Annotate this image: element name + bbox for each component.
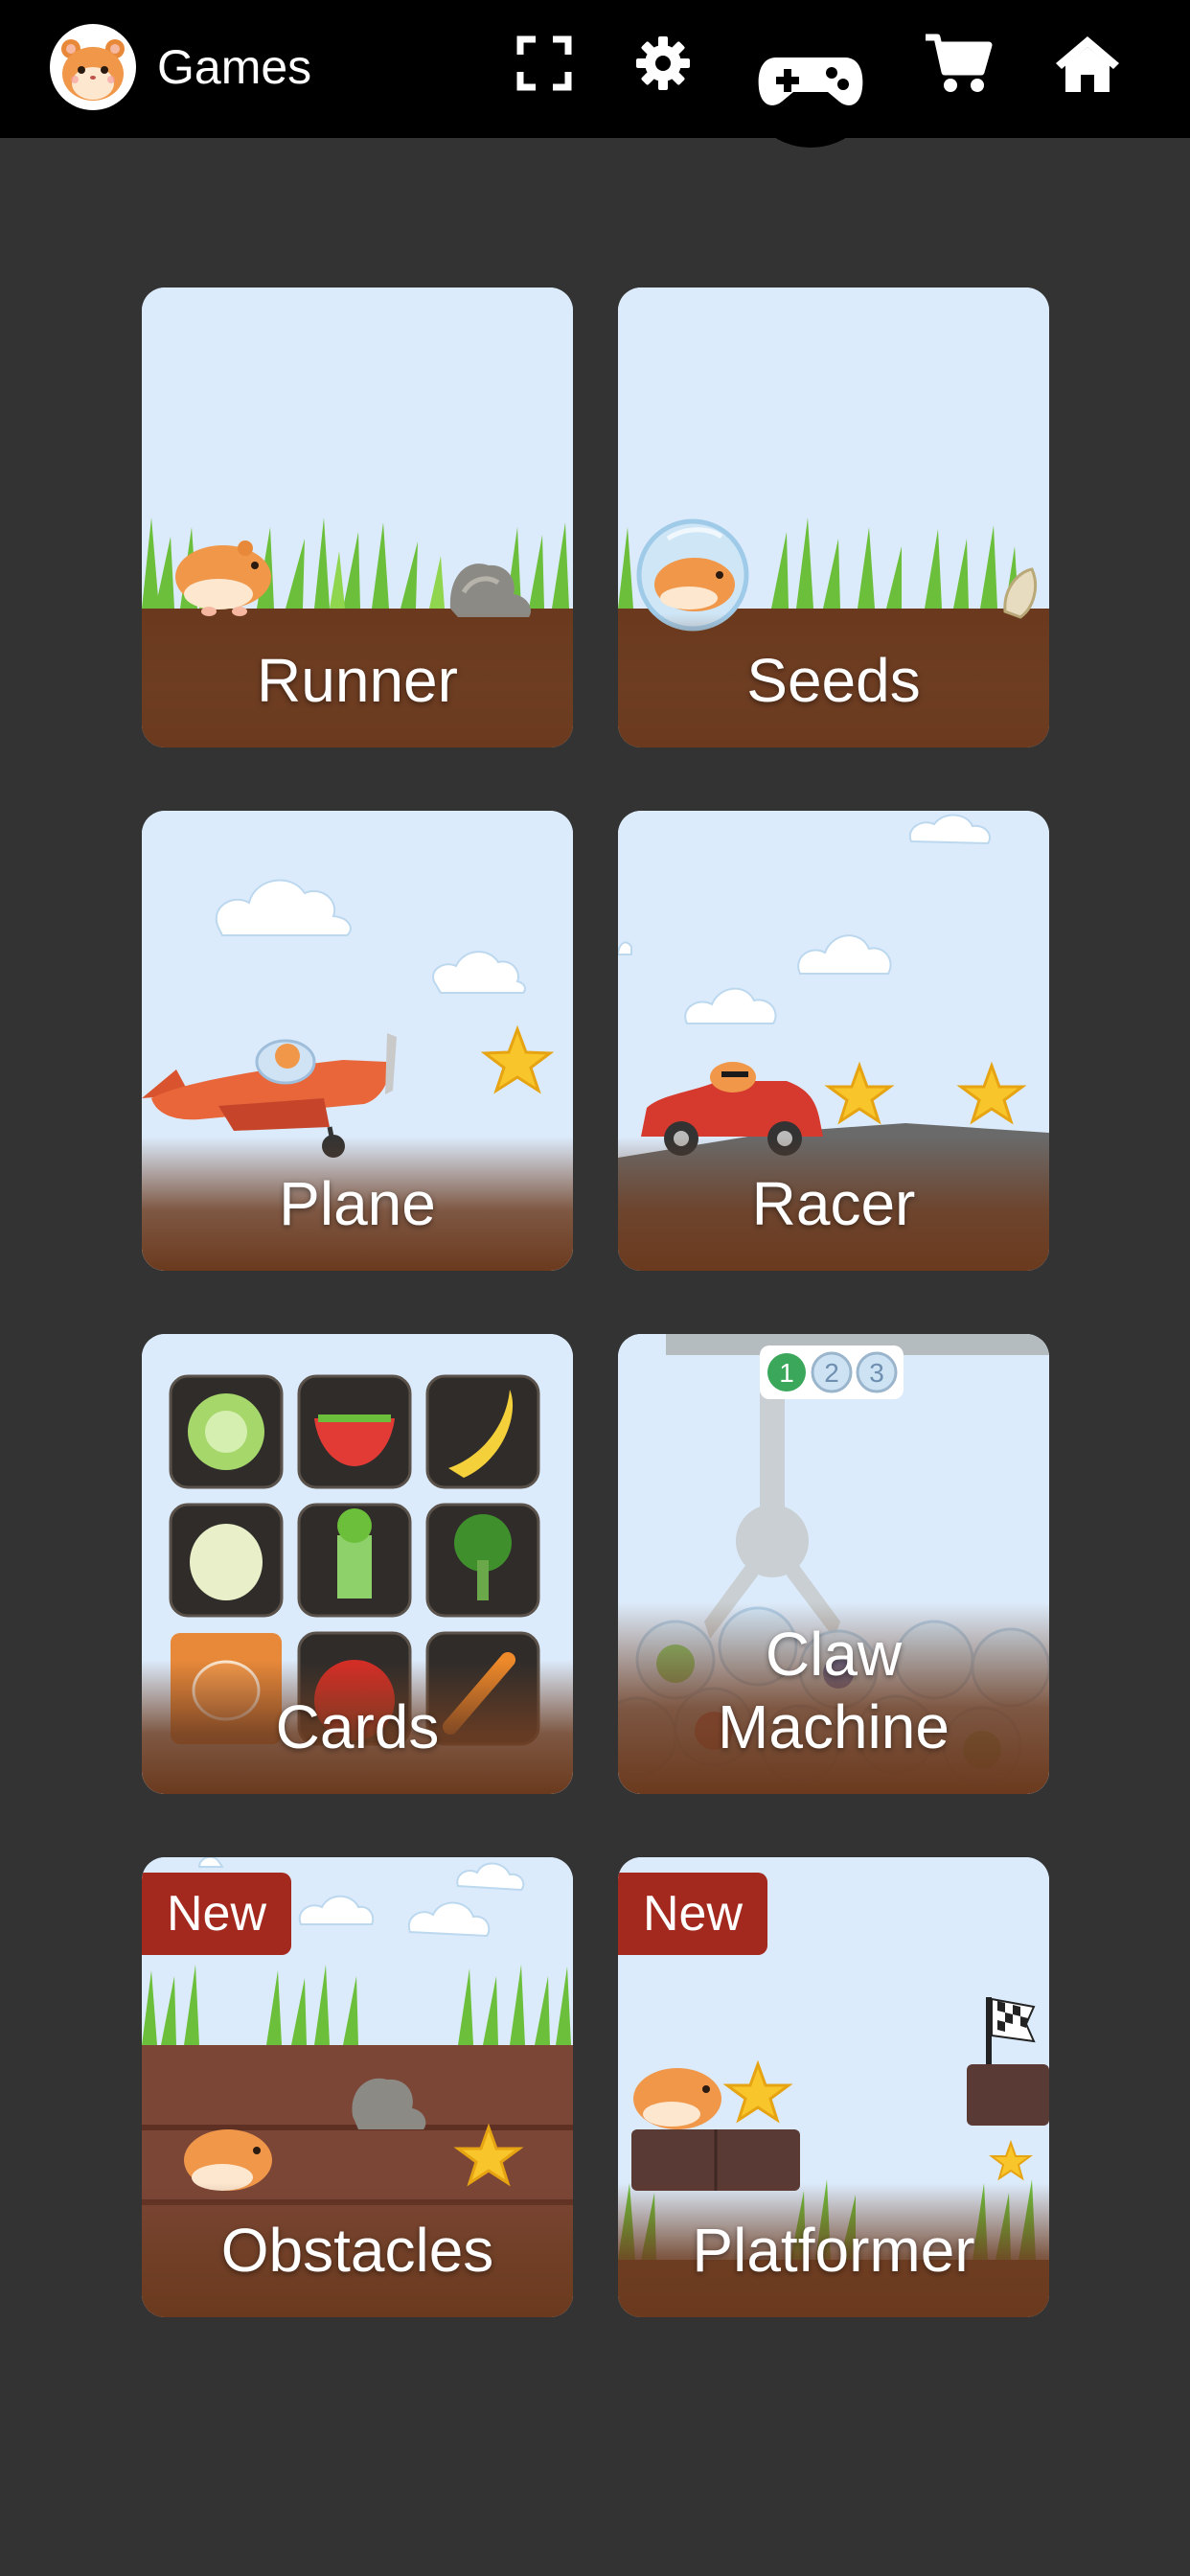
game-card-label: Runner	[257, 646, 458, 715]
game-card-platformer[interactable]: New Platformer	[618, 1857, 1049, 2317]
games-tab-button[interactable]	[742, 10, 880, 148]
home-icon	[1056, 36, 1119, 92]
claw-indicator-3: 3	[869, 1358, 884, 1388]
hamster-avatar-icon	[50, 24, 136, 110]
game-card-label: Plane	[279, 1169, 436, 1238]
game-card-racer[interactable]: Racer	[618, 811, 1049, 1271]
game-card-label: Obstacles	[220, 2216, 494, 2285]
new-badge: New	[618, 1873, 767, 1955]
game-card-seeds[interactable]: Seeds	[618, 288, 1049, 748]
top-bar: Games	[0, 0, 1190, 148]
cart-icon	[926, 34, 993, 92]
cart-button[interactable]	[924, 31, 993, 96]
game-card-label: Cards	[275, 1692, 440, 1761]
game-card-cards[interactable]: Cards	[142, 1334, 573, 1794]
game-card-label: Seeds	[746, 646, 921, 715]
claw-indicator-1: 1	[779, 1358, 794, 1388]
gamepad-icon	[758, 58, 863, 105]
game-card-label: Racer	[751, 1169, 916, 1238]
fullscreen-button[interactable]	[514, 33, 575, 94]
game-card-label: Claw Machine	[718, 1620, 950, 1761]
claw-indicator-2: 2	[824, 1358, 839, 1388]
brand: Games	[50, 24, 311, 110]
game-card-label: Platformer	[692, 2216, 975, 2285]
game-card-obstacles[interactable]: New Obstacles	[142, 1857, 573, 2317]
home-button[interactable]	[1052, 31, 1123, 96]
gear-icon	[636, 36, 690, 90]
settings-button[interactable]	[632, 33, 694, 94]
new-badge: New	[142, 1873, 291, 1955]
game-card-plane[interactable]: Plane	[142, 811, 573, 1271]
fullscreen-icon	[516, 35, 572, 91]
game-card-claw-machine[interactable]: 1 2 3 Claw Machine	[618, 1334, 1049, 1794]
app-title: Games	[157, 40, 312, 94]
game-card-runner[interactable]: Runner	[142, 288, 573, 748]
